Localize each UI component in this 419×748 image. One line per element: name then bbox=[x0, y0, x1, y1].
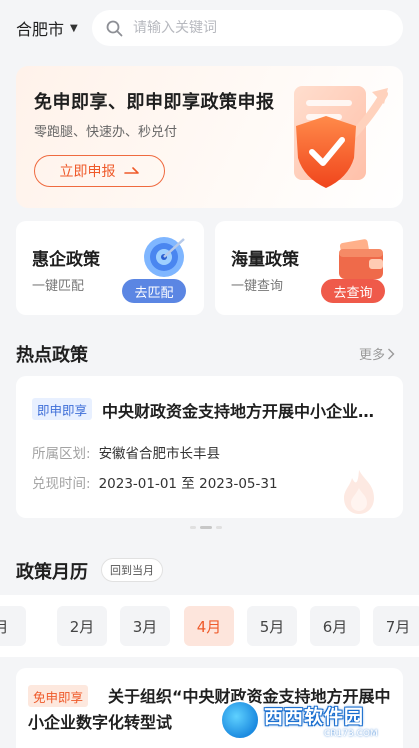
hot-policy-card[interactable]: 即申即享 中央财政资金支持地方开展中小企业数字化转型试点 所属区划: 安徽省合肥… bbox=[16, 376, 403, 518]
watermark-text: 西西软件园 CR173.COM bbox=[264, 702, 378, 739]
watermark-main: 西西软件园 bbox=[264, 705, 365, 728]
region-label: 所属区划: bbox=[32, 446, 91, 462]
month-tab-5[interactable]: 5月 bbox=[247, 606, 297, 646]
apply-now-label: 立即申报 bbox=[59, 164, 116, 180]
month-tab-7[interactable]: 7月 bbox=[373, 606, 419, 646]
card-title: 惠企政策 bbox=[32, 250, 100, 270]
month-tab-1[interactable]: 月 bbox=[0, 606, 26, 646]
apply-now-button[interactable]: 立即申报 bbox=[34, 155, 165, 187]
go-match-button[interactable]: 去匹配 bbox=[122, 279, 186, 303]
go-query-button[interactable]: 去查询 bbox=[321, 279, 385, 303]
flame-icon bbox=[344, 470, 374, 514]
section-title-calendar: 政策月历 bbox=[16, 562, 88, 583]
card-subtitle: 一键匹配 bbox=[32, 279, 85, 294]
caret-down-icon: ▼ bbox=[70, 22, 78, 34]
card-subtitle: 一键查询 bbox=[231, 279, 284, 294]
promo-banner[interactable]: 免申即享、即申即享政策申报 零跑腿、快速办、秒兑付 立即申报 bbox=[16, 66, 403, 208]
search-input[interactable] bbox=[133, 20, 373, 36]
month-tab-3[interactable]: 3月 bbox=[120, 606, 170, 646]
month-tab-4-active[interactable]: 4月 bbox=[184, 606, 234, 646]
region-value: 安徽省合肥市长丰县 bbox=[98, 446, 221, 462]
search-bar[interactable] bbox=[92, 10, 403, 46]
time-row: 兑现时间: 2023-01-01 至 2023-05-31 bbox=[32, 472, 278, 492]
status-badge: 免申即享 bbox=[28, 685, 89, 707]
shield-check-icon bbox=[294, 86, 388, 188]
card-title: 海量政策 bbox=[231, 250, 299, 270]
watermark-url: CR173.COM bbox=[324, 728, 378, 739]
card-mass-policy[interactable]: 海量政策 一键查询 去查询 bbox=[215, 221, 403, 315]
banner-subtitle: 零跑腿、快速办、秒兑付 bbox=[34, 125, 178, 140]
search-icon bbox=[106, 20, 123, 36]
carousel-dot bbox=[190, 526, 196, 529]
carousel-dot bbox=[216, 526, 222, 529]
carousel-indicator bbox=[190, 526, 222, 529]
watermark-logo-icon bbox=[220, 700, 260, 740]
watermark: 西西软件园 CR173.COM bbox=[220, 698, 398, 742]
city-label: 合肥市 bbox=[16, 20, 65, 39]
status-badge: 即申即享 bbox=[32, 398, 93, 420]
time-label: 兑现时间: bbox=[32, 476, 91, 492]
time-value: 2023-01-01 至 2023-05-31 bbox=[98, 476, 278, 492]
more-label: 更多 bbox=[359, 348, 386, 363]
month-tab-6[interactable]: 6月 bbox=[310, 606, 360, 646]
chevron-right-icon bbox=[388, 348, 395, 359]
top-bar: 合肥市 ▼ bbox=[0, 0, 419, 56]
more-link[interactable]: 更多 bbox=[359, 344, 395, 363]
banner-title: 免申即享、即申即享政策申报 bbox=[34, 92, 275, 113]
city-selector[interactable]: 合肥市 ▼ bbox=[16, 16, 78, 40]
carousel-dot-active bbox=[200, 526, 212, 529]
back-to-current-month-button[interactable]: 回到当月 bbox=[101, 558, 163, 582]
arrow-right-icon bbox=[123, 167, 139, 174]
month-strip[interactable]: 月 2月 3月 4月 5月 6月 7月 bbox=[0, 595, 419, 657]
region-row: 所属区划: 安徽省合肥市长丰县 bbox=[32, 442, 220, 462]
wallet-icon bbox=[339, 239, 383, 279]
target-icon bbox=[144, 237, 185, 277]
policy-title: 中央财政资金支持地方开展中小企业数字化转型试点 bbox=[102, 402, 388, 421]
card-enterprise-policy[interactable]: 惠企政策 一键匹配 去匹配 bbox=[16, 221, 204, 315]
month-tab-2[interactable]: 2月 bbox=[57, 606, 107, 646]
section-title-hot: 热点政策 bbox=[16, 345, 88, 366]
